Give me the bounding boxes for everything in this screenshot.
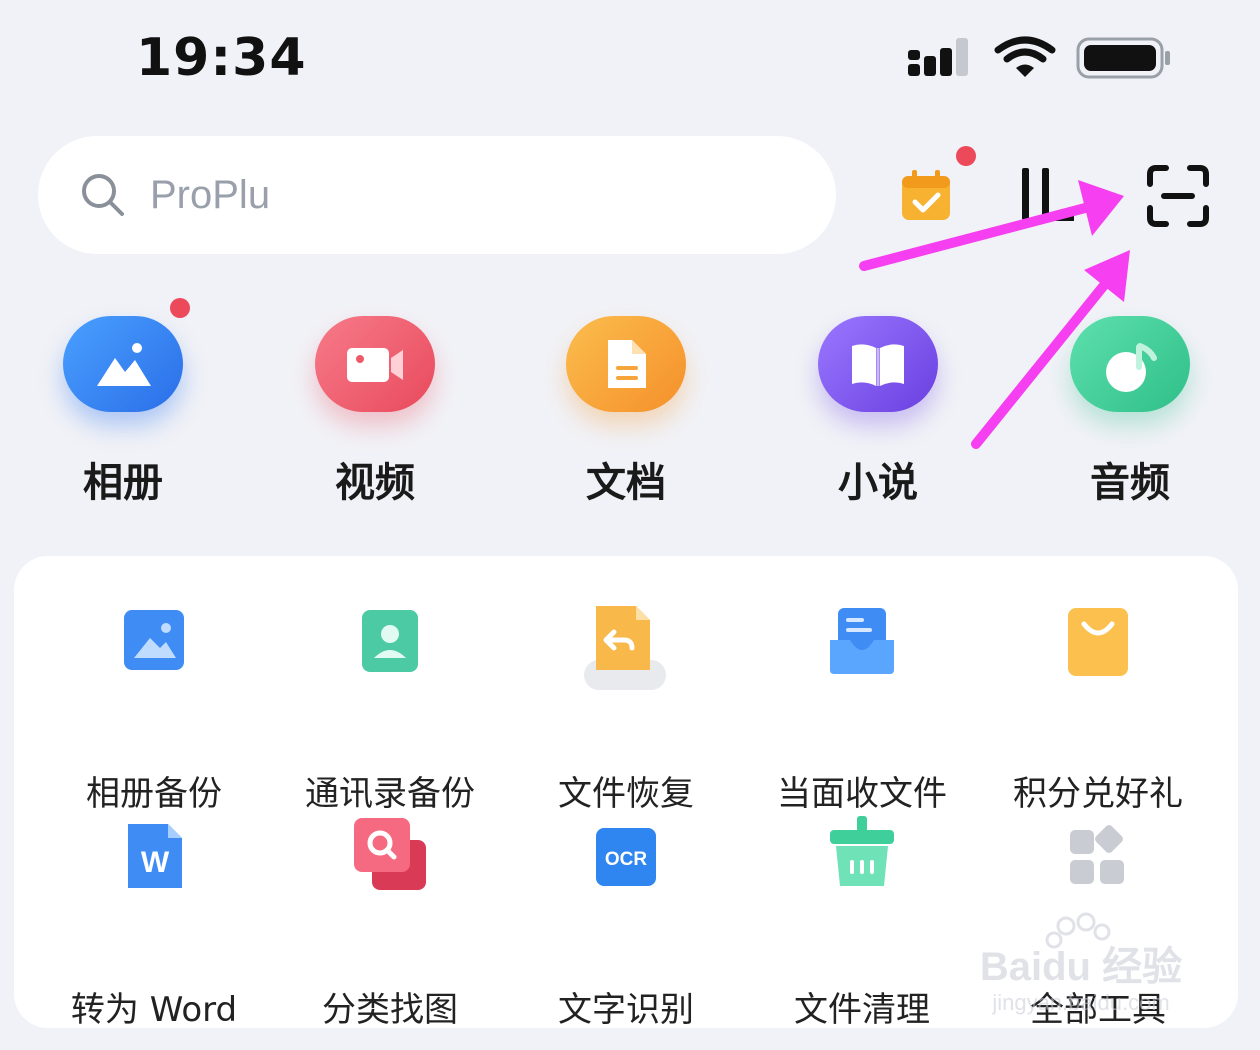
search-input[interactable]: [150, 164, 750, 226]
tool-label: 相册备份: [86, 774, 222, 814]
calendar-notification-dot: [956, 146, 976, 166]
document-icon: [566, 316, 686, 412]
image-search-icon: [354, 818, 426, 890]
tool-label: 当面收文件: [777, 774, 947, 814]
watermark: Baidu 经验 jingyan.baidu.com: [966, 912, 1196, 1024]
tool-label: 文件清理: [794, 990, 930, 1030]
contacts-backup-icon: [362, 610, 418, 672]
wifi-icon: [994, 36, 1056, 77]
all-tools-grid-icon: [1070, 825, 1124, 884]
trash-icon: [830, 816, 894, 886]
tool-classify-images[interactable]: 分类找图: [272, 818, 508, 1030]
music-icon: [1070, 316, 1190, 412]
battery-icon: [1076, 37, 1170, 79]
shopping-bag-icon: [1068, 608, 1128, 676]
category-label: 相册: [83, 460, 163, 506]
category-label: 文档: [586, 460, 666, 506]
tool-file-cleanup[interactable]: 文件清理: [744, 816, 980, 1030]
tool-convert-word[interactable]: W 转为 Word: [36, 822, 272, 1030]
search-icon: [82, 174, 124, 216]
album-icon: [63, 316, 183, 412]
category-audio[interactable]: 音频: [1035, 316, 1225, 516]
tool-album-backup[interactable]: 相册备份: [36, 606, 272, 814]
book-icon: [818, 316, 938, 412]
tool-ocr[interactable]: OCR 文字识别: [508, 822, 744, 1030]
category-novel[interactable]: 小说: [783, 316, 973, 516]
category-label: 音频: [1090, 460, 1170, 506]
calendar-checkin-icon[interactable]: [900, 170, 952, 222]
video-icon: [315, 316, 435, 412]
cellular-signal-icon: [908, 38, 968, 76]
tool-label: 文字识别: [558, 990, 694, 1030]
category-album[interactable]: 相册: [28, 316, 218, 516]
search-bar[interactable]: [38, 136, 836, 254]
category-label: 小说: [838, 460, 918, 506]
receive-file-icon: [830, 608, 894, 674]
tool-label: 转为 Word: [70, 990, 238, 1030]
ocr-icon-text: OCR: [605, 849, 648, 870]
album-notification-dot: [170, 298, 190, 318]
category-video[interactable]: 视频: [280, 316, 470, 516]
word-icon: W: [128, 824, 182, 888]
word-icon-letter: W: [141, 846, 170, 879]
annotation-arrowhead-upper: [1078, 180, 1124, 236]
tool-points-rewards[interactable]: 积分兑好礼: [980, 606, 1216, 814]
tool-label: 积分兑好礼: [1013, 774, 1183, 814]
album-backup-icon: [124, 610, 184, 670]
watermark-url: jingyan.baidu.com: [992, 990, 1170, 1015]
category-document[interactable]: 文档: [531, 316, 721, 516]
transfer-icon[interactable]: [1014, 162, 1080, 226]
annotation-arrowhead-lower: [1084, 250, 1130, 302]
ocr-icon: OCR: [596, 828, 656, 886]
tool-contacts-backup[interactable]: 通讯录备份: [272, 606, 508, 814]
tool-label: 分类找图: [322, 990, 458, 1030]
tool-receive-file[interactable]: 当面收文件: [744, 606, 980, 814]
tool-label: 通讯录备份: [305, 774, 475, 814]
file-recovery-icon: [584, 606, 666, 690]
tool-file-recovery[interactable]: 文件恢复: [508, 606, 744, 814]
status-time: 19:34: [136, 28, 307, 88]
watermark-brand: Baidu 经验: [979, 945, 1183, 989]
category-label: 视频: [335, 460, 415, 506]
tool-label: 文件恢复: [558, 774, 694, 814]
scan-icon[interactable]: [1146, 164, 1210, 228]
